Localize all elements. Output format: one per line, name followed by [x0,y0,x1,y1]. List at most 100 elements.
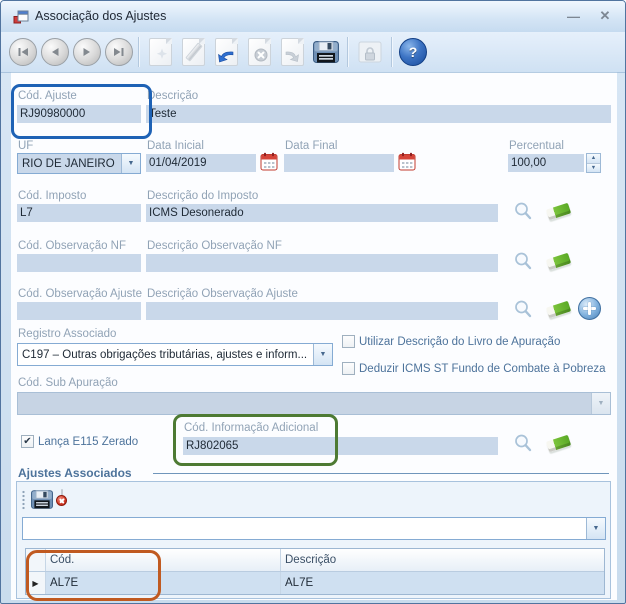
help-icon: ? [409,44,418,60]
toolbar-separator [138,37,139,67]
checkbox-lanca-e115[interactable]: ✔ Lança E115 Zerado [21,435,138,448]
checkbox-deduzir-icms[interactable]: Deduzir ICMS ST Fundo de Combate à Pobre… [342,362,606,375]
ajuste-select-value [23,518,586,539]
descricao-label: Descrição [147,90,198,102]
cod-observacao-nf-field[interactable] [17,254,141,272]
registro-associado-select[interactable]: C197 – Outras obrigações tributárias, aj… [17,343,333,366]
cod-imposto-field[interactable]: L7 [17,204,141,222]
title-bar: Associação dos Ajustes — ✕ [1,1,625,33]
minimize-button[interactable]: — [561,7,585,25]
cod-sub-apuracao-label: Cód. Sub Apuração [18,377,118,389]
last-record-button[interactable] [105,38,133,66]
new-button[interactable] [144,36,177,68]
main-toolbar: ? [1,32,625,73]
checkbox-label: Lança E115 Zerado [38,436,138,448]
help-button[interactable]: ? [399,38,427,66]
form-icon [13,9,29,25]
descricao-imposto-label: Descrição do Imposto [147,190,258,202]
forward-button[interactable] [276,36,309,68]
previous-record-button[interactable] [41,38,69,66]
calendar-icon[interactable] [398,152,416,171]
search-icon[interactable] [513,299,533,320]
spin-down-icon[interactable]: ▼ [587,164,600,173]
grid-header-row: Cód. Descrição [26,549,604,572]
grid-cell-descricao[interactable]: AL7E [281,572,604,594]
grid-save-button[interactable] [31,490,53,509]
registro-associado-label: Registro Associado [18,328,116,340]
eraser-icon[interactable] [546,250,572,272]
descricao-imposto-field[interactable]: ICMS Desonerado [146,204,498,222]
ajustes-grid: Cód. Descrição ▶ AL7E AL7E [25,548,605,595]
first-record-button[interactable] [9,38,37,66]
data-inicial-label: Data Inicial [147,140,204,152]
checkbox-utilizar-descricao[interactable]: Utilizar Descrição do Livro de Apuração [342,335,560,348]
search-icon[interactable] [513,201,533,222]
checkbox-check-icon: ✔ [21,435,34,448]
data-inicial-field[interactable]: 01/04/2019 [146,154,256,172]
cod-informacao-adicional-field[interactable]: RJ802065 [183,437,498,455]
chevron-down-icon[interactable]: ▼ [591,393,610,414]
descricao-observacao-nf-field[interactable] [146,254,498,272]
chevron-down-icon[interactable]: ▼ [121,154,140,173]
uf-value: RIO DE JANEIRO [18,154,121,173]
cod-informacao-adicional-label: Cód. Informação Adicional [184,422,318,434]
percentual-spinner[interactable]: ▲ ▼ [586,153,601,173]
next-record-button[interactable] [73,38,101,66]
eraser-icon[interactable] [546,298,572,320]
first-record-icon [17,46,29,58]
checkbox-box [342,335,355,348]
descricao-observacao-nf-label: Descrição Observação NF [147,240,282,252]
descricao-field[interactable]: Teste [146,105,611,123]
grid-header-descricao[interactable]: Descrição [281,549,604,571]
row-pointer-icon: ▶ [26,572,46,594]
group-line [153,473,609,474]
table-row[interactable]: ▶ AL7E AL7E [26,572,604,594]
cod-observacao-ajuste-field[interactable] [17,302,141,320]
checkbox-box [342,362,355,375]
eraser-icon[interactable] [546,432,572,454]
descricao-observacao-ajuste-field[interactable] [146,302,498,320]
data-final-field[interactable] [284,154,394,172]
percentual-label: Percentual [509,140,564,152]
undo-button[interactable] [210,36,243,68]
save-button[interactable] [309,36,342,68]
cod-sub-apuracao-value [18,393,591,414]
descricao-observacao-ajuste-label: Descrição Observação Ajuste [147,288,298,300]
ajuste-select[interactable]: ▼ [22,517,606,540]
dialog-associacao-dos-ajustes: Associação dos Ajustes — ✕ [0,0,626,604]
grid-header-cod[interactable]: Cód. [46,549,281,571]
search-icon[interactable] [513,433,533,454]
grid-delete-button[interactable] [61,490,63,502]
cancel-button[interactable] [243,36,276,68]
data-final-label: Data Final [285,140,337,152]
search-icon[interactable] [513,251,533,272]
grip-icon[interactable] [22,490,25,510]
lock-button[interactable] [353,36,386,68]
grid-corner-cell [26,549,46,571]
cod-sub-apuracao-select[interactable]: ▼ [17,392,611,415]
spin-up-icon[interactable]: ▲ [587,154,600,164]
cod-ajuste-label: Cód. Ajuste [18,90,77,102]
grid-cell-cod[interactable]: AL7E [46,572,281,594]
edit-button[interactable] [177,36,210,68]
uf-select[interactable]: RIO DE JANEIRO ▼ [17,153,141,174]
uf-label: UF [18,140,33,152]
checkbox-label: Deduzir ICMS ST Fundo de Combate à Pobre… [359,363,606,375]
add-icon[interactable] [578,297,601,320]
chevron-down-icon[interactable]: ▼ [586,518,605,539]
close-button[interactable]: ✕ [593,7,617,25]
window-title: Associação dos Ajustes [35,9,166,23]
lock-icon [358,41,382,63]
group-title: Ajustes Associados [18,466,132,480]
calendar-icon[interactable] [260,152,278,171]
percentual-field[interactable]: 100,00 [508,154,584,172]
cod-ajuste-field[interactable]: RJ90980000 [17,105,141,123]
next-record-icon [81,46,93,58]
toolbar-separator [347,37,348,67]
cod-imposto-label: Cód. Imposto [18,190,86,202]
eraser-icon[interactable] [546,200,572,222]
cod-observacao-nf-label: Cód. Observação NF [18,240,126,252]
save-icon [313,41,339,63]
checkbox-label: Utilizar Descrição do Livro de Apuração [359,336,560,348]
chevron-down-icon[interactable]: ▼ [313,344,332,365]
